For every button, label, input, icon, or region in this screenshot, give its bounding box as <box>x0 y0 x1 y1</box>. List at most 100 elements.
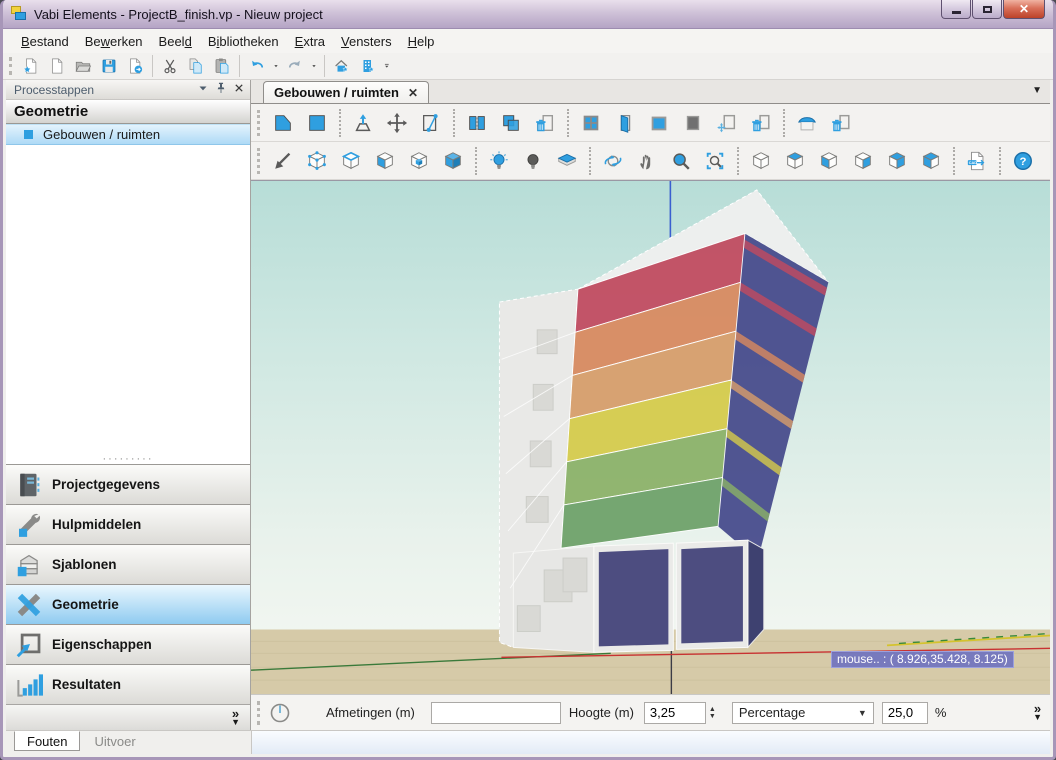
nav-geometrie[interactable]: Geometrie <box>6 584 250 624</box>
cube-vertex-button[interactable] <box>300 146 334 176</box>
building-star-button[interactable] <box>355 54 381 78</box>
tree-item-gebouwen-ruimten[interactable]: Gebouwen / ruimten <box>6 124 250 145</box>
viewport-canvas[interactable] <box>251 181 1050 694</box>
redo-button[interactable] <box>282 54 308 78</box>
merge-rooms-button[interactable] <box>494 108 528 138</box>
dimensions-input[interactable] <box>431 702 561 724</box>
layers-button[interactable] <box>550 146 584 176</box>
light-off-button[interactable] <box>516 146 550 176</box>
view-back-button[interactable] <box>880 146 914 176</box>
move-button[interactable] <box>380 108 414 138</box>
new-project-button[interactable] <box>18 54 44 78</box>
nav-eigenschappen[interactable]: Eigenschappen <box>6 624 250 664</box>
delete-awning-button[interactable] <box>824 108 858 138</box>
nav-resultaten[interactable]: Resultaten <box>6 664 250 704</box>
overflow-caret-button[interactable] <box>381 54 393 78</box>
zoom-button[interactable] <box>664 146 698 176</box>
menu-bibliotheken[interactable]: Bibliotheken <box>200 31 287 52</box>
draw-lshape-button[interactable] <box>266 108 300 138</box>
light-on-button[interactable] <box>482 146 516 176</box>
output-tab-fouten[interactable]: Fouten <box>14 731 80 751</box>
menu-extra[interactable]: Extra <box>287 31 333 52</box>
awning-button[interactable] <box>790 108 824 138</box>
titlebar[interactable]: Vabi Elements - ProjectB_finish.vp - Nie… <box>3 0 1053 29</box>
glass-panel-button[interactable] <box>642 108 676 138</box>
cut-button[interactable] <box>157 54 183 78</box>
undo-button[interactable] <box>244 54 270 78</box>
redo-caret-button[interactable] <box>308 54 320 78</box>
draw-rect-button[interactable] <box>300 108 334 138</box>
help-button[interactable]: ? <box>1006 146 1040 176</box>
undo-caret-button[interactable] <box>270 54 282 78</box>
toolbar-separator <box>475 147 477 175</box>
menu-vensters[interactable]: Vensters <box>333 31 400 52</box>
height-spinner[interactable]: ▲▼ <box>709 706 716 720</box>
export-button[interactable] <box>122 54 148 78</box>
new-page-button[interactable] <box>44 54 70 78</box>
nav-projectgegevens[interactable]: Projectgegevens <box>6 464 250 504</box>
open-button[interactable] <box>70 54 96 78</box>
output-tab-uitvoer[interactable]: Uitvoer <box>82 731 147 751</box>
tab-gebouwen-ruimten[interactable]: Gebouwen / ruimten ✕ <box>263 81 429 103</box>
copy-button[interactable] <box>183 54 209 78</box>
process-steps-panel: Processtappen Geometrie Gebouwen / ruimt… <box>6 80 251 730</box>
view-iso-button[interactable] <box>744 146 778 176</box>
cube-edge-button[interactable] <box>334 146 368 176</box>
view-top-button[interactable] <box>778 146 812 176</box>
view-left-button[interactable] <box>914 146 948 176</box>
nav-sjablonen[interactable]: Sjablonen <box>6 544 250 584</box>
solid-panel-button[interactable] <box>676 108 710 138</box>
cube-face-button[interactable] <box>368 146 402 176</box>
select-button[interactable] <box>266 146 300 176</box>
panel-splitter[interactable]: ········· <box>6 454 250 464</box>
view-right-button[interactable] <box>846 146 880 176</box>
status-row: FoutenUitvoer <box>6 730 1050 754</box>
redo-caret-icon <box>309 61 319 71</box>
mode-combobox[interactable]: Percentage ▼ <box>732 702 874 724</box>
orbit-button[interactable] <box>596 146 630 176</box>
save-button[interactable] <box>96 54 122 78</box>
building-model[interactable] <box>499 190 828 652</box>
panel-close-button[interactable] <box>232 81 246 98</box>
pin-button[interactable] <box>214 81 228 98</box>
paste-button[interactable] <box>209 54 235 78</box>
pan-button[interactable] <box>630 146 664 176</box>
maximize-button[interactable] <box>972 0 1002 19</box>
tab-close-icon[interactable]: ✕ <box>408 87 418 99</box>
minimize-button[interactable] <box>941 0 971 19</box>
cad-import-button[interactable]: CAD <box>960 146 994 176</box>
nav-hulpmiddelen[interactable]: Hulpmiddelen <box>6 504 250 544</box>
close-button[interactable]: ✕ <box>1003 0 1045 19</box>
menu-help[interactable]: Help <box>400 31 443 52</box>
menu-beeld[interactable]: Beeld <box>151 31 200 52</box>
menu-bestand[interactable]: Bestand <box>13 31 77 52</box>
cube-solid-button[interactable] <box>436 146 470 176</box>
tab-list-dropdown[interactable]: ▼ <box>1032 85 1042 96</box>
app-icon <box>11 6 28 22</box>
panel-section-title: Geometrie <box>6 100 250 124</box>
height-input[interactable] <box>644 702 706 724</box>
nav-overflow-button[interactable]: » ▼ <box>231 709 240 727</box>
window-button[interactable] <box>574 108 608 138</box>
panel-menu-button[interactable] <box>196 81 210 98</box>
toolbar-separator <box>453 109 455 137</box>
view-front-icon <box>818 150 840 172</box>
move-opening-button[interactable] <box>710 108 744 138</box>
door-button[interactable] <box>608 108 642 138</box>
viewport-3d[interactable]: mouse.. : ( 8.926,35.428, 8.125) <box>251 180 1050 694</box>
remove-part-button[interactable] <box>528 108 562 138</box>
percentage-input[interactable] <box>882 702 928 724</box>
split-rooms-button[interactable] <box>460 108 494 138</box>
bar-overflow-button[interactable]: » ▼ <box>1033 704 1042 722</box>
home-star-button[interactable] <box>329 54 355 78</box>
delete-opening-button[interactable] <box>744 108 778 138</box>
cube-body-button[interactable] <box>402 146 436 176</box>
status-area <box>251 730 1050 754</box>
combo-caret-icon: ▼ <box>852 708 873 718</box>
shear-button[interactable] <box>414 108 448 138</box>
extrude-button[interactable] <box>346 108 380 138</box>
view-front-button[interactable] <box>812 146 846 176</box>
menu-bewerken[interactable]: Bewerken <box>77 31 151 52</box>
zoom-extents-button[interactable] <box>698 146 732 176</box>
chevron-down-icon: ▼ <box>231 718 240 727</box>
